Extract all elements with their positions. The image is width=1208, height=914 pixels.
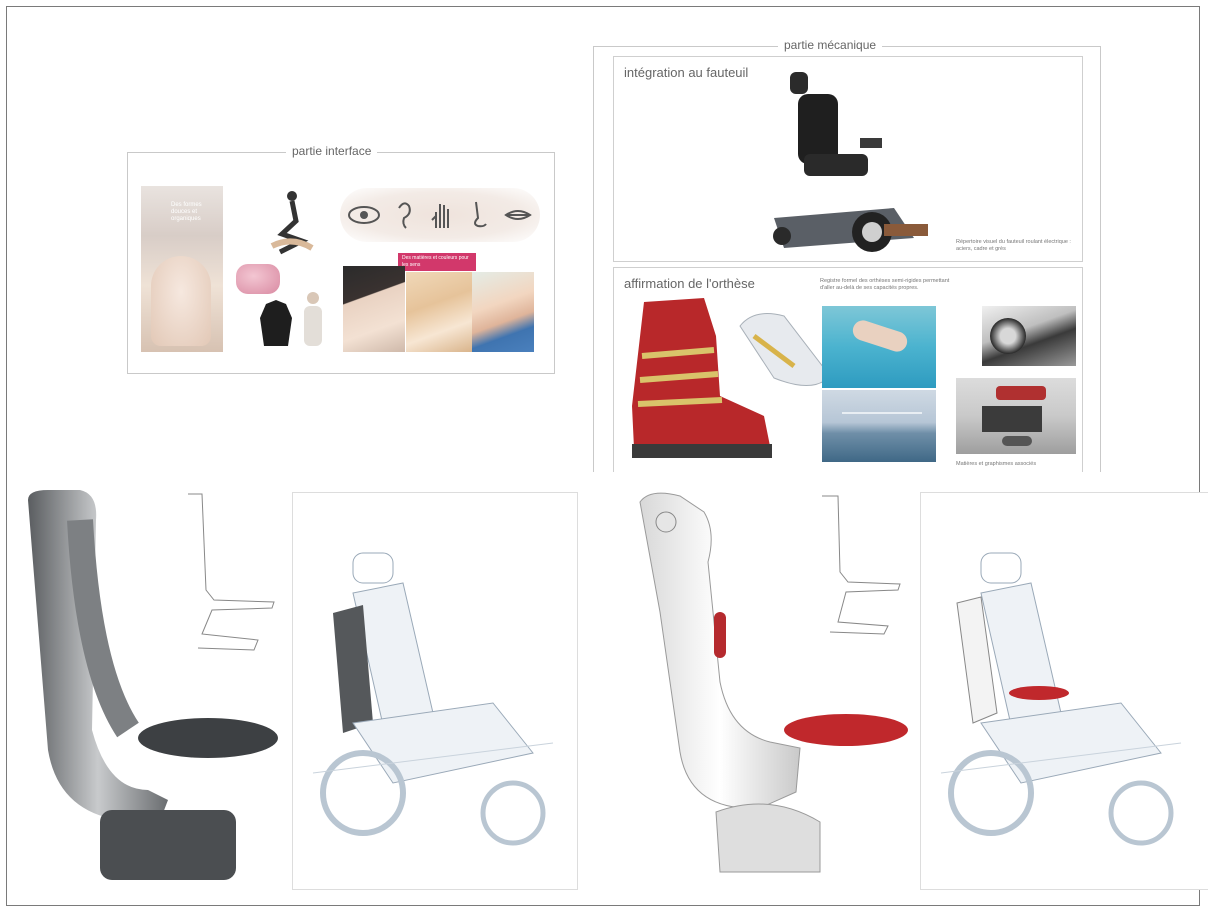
car-taillight bbox=[996, 386, 1046, 400]
senses-strip bbox=[340, 188, 540, 242]
wheelchair-sketch-grey bbox=[292, 492, 578, 890]
power-wheelchair-photo bbox=[773, 72, 928, 252]
soft-forms-caption: Des formes douces et organiques bbox=[171, 202, 202, 222]
acrobat-image bbox=[270, 191, 314, 255]
car-wheel-photo bbox=[982, 306, 1076, 366]
nose-icon bbox=[473, 201, 487, 228]
eye-icon bbox=[347, 206, 380, 224]
child-photo bbox=[472, 272, 534, 352]
integration-caption: Répertoire visuel du fauteuil roulant él… bbox=[956, 239, 1071, 252]
pier-railing bbox=[842, 412, 922, 414]
integration-title: intégration au fauteuil bbox=[624, 65, 749, 80]
knee-shape bbox=[151, 256, 211, 346]
car-wheel bbox=[990, 318, 1026, 354]
car-grille bbox=[982, 406, 1042, 432]
swimmer-photo bbox=[822, 306, 936, 388]
wheelchair-sketch-red-drawing bbox=[940, 552, 1182, 846]
soft-forms-image: Des formes douces et organiques bbox=[141, 186, 223, 352]
blonde-woman-photo bbox=[406, 272, 472, 352]
mouth-icon bbox=[504, 210, 532, 220]
orthosis-line-sketch-2 bbox=[822, 495, 901, 635]
affirmation-caption: Registre formel des orthèses semi-rigide… bbox=[820, 278, 950, 291]
senses-tag: Des matières et couleurs pour les sens bbox=[398, 253, 476, 271]
car-exhaust bbox=[1002, 436, 1032, 446]
orthosis-line-sketch-1 bbox=[188, 493, 275, 651]
mechanical-panel-title: partie mécanique bbox=[778, 38, 883, 52]
swimmer-figure bbox=[850, 317, 910, 355]
jacket-image bbox=[260, 300, 292, 346]
interface-panel-title: partie interface bbox=[286, 144, 378, 158]
pink-soap-image bbox=[236, 264, 280, 294]
wheelchair-sketch-red bbox=[920, 492, 1208, 890]
smiling-woman-photo bbox=[343, 266, 405, 352]
materials-caption: Matières et graphismes associés bbox=[956, 461, 1037, 467]
wheelchair-sketch-grey-drawing bbox=[312, 552, 554, 846]
affirmation-title: affirmation de l'orthèse bbox=[624, 276, 755, 291]
hand-icon bbox=[431, 204, 449, 228]
sports-shoe-photo bbox=[739, 313, 831, 386]
car-rear-photo bbox=[956, 378, 1076, 454]
pier-photo bbox=[822, 390, 936, 462]
figure-image bbox=[304, 292, 322, 346]
ear-icon bbox=[398, 202, 412, 229]
